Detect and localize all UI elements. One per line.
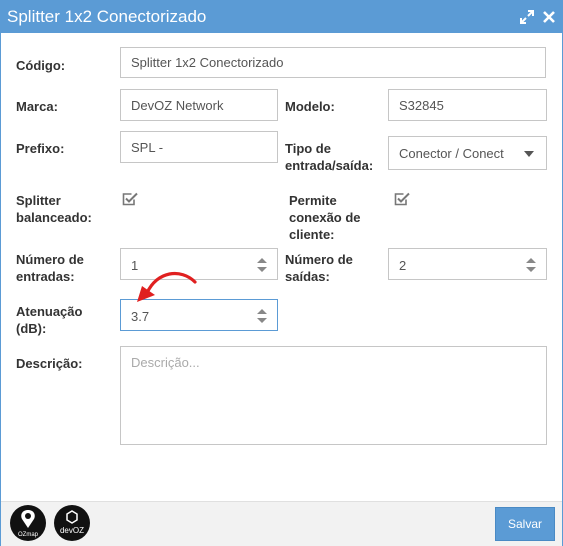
conexao-checkbox[interactable]	[394, 192, 410, 206]
descricao-textarea[interactable]	[120, 346, 547, 445]
annotation-arrow-icon	[137, 271, 197, 302]
atenuacao-label-line1: Atenuação	[16, 304, 83, 319]
tipo-label-line1: Tipo de	[285, 141, 331, 156]
modelo-label: Modelo:	[285, 99, 335, 114]
conexao-label: Permite conexão de cliente:	[289, 192, 361, 243]
saidas-label: Número de saídas:	[285, 251, 353, 285]
spinner-arrows-icon[interactable]	[256, 307, 268, 325]
conexao-label-line3: cliente:	[289, 227, 335, 242]
saidas-input[interactable]: 2	[388, 248, 547, 280]
devoz-mark-icon: devOZ	[60, 510, 84, 535]
map-pin-icon: OZmap	[18, 510, 39, 538]
balanceado-label: Splitter balanceado:	[16, 192, 92, 226]
prefixo-input[interactable]	[120, 131, 278, 163]
ozmap-logo: OZmap	[10, 505, 46, 541]
balanceado-checkbox[interactable]	[122, 192, 138, 206]
entradas-label-line2: entradas:	[16, 269, 75, 284]
expand-icon[interactable]	[519, 9, 535, 25]
devoz-logo: devOZ	[54, 505, 90, 541]
spinner-arrows-icon[interactable]	[525, 256, 537, 274]
atenuacao-value: 3.7	[131, 309, 150, 324]
dialog-footer: OZmap devOZ Salvar	[1, 501, 562, 546]
saidas-label-line1: Número de	[285, 252, 353, 267]
balanceado-label-line1: Splitter	[16, 193, 61, 208]
modelo-input[interactable]	[388, 89, 547, 121]
dialog-title: Splitter 1x2 Conectorizado	[7, 7, 207, 26]
entradas-label-line1: Número de	[16, 252, 84, 267]
entradas-label: Número de entradas:	[16, 251, 84, 285]
marca-label: Marca:	[16, 99, 58, 114]
title-bar: Splitter 1x2 Conectorizado	[1, 1, 562, 33]
codigo-input[interactable]	[120, 47, 546, 78]
conexao-label-line1: Permite	[289, 193, 337, 208]
tipo-label: Tipo de entrada/saída:	[285, 140, 373, 174]
ozmap-logo-text: OZmap	[18, 532, 39, 538]
marca-input[interactable]	[120, 89, 278, 121]
prefixo-label: Prefixo:	[16, 141, 65, 156]
descricao-label: Descrição:	[16, 356, 83, 371]
tipo-label-line2: entrada/saída:	[285, 158, 374, 173]
chevron-down-icon	[524, 151, 534, 157]
saidas-value: 2	[399, 258, 407, 273]
conexao-label-line2: conexão de	[289, 210, 361, 225]
atenuacao-label: Atenuação (dB):	[16, 303, 82, 337]
splitter-dialog: Splitter 1x2 Conectorizado Código: Marca…	[0, 0, 563, 546]
close-icon[interactable]	[541, 9, 557, 25]
balanceado-label-line2: balanceado:	[16, 210, 92, 225]
atenuacao-label-line2: (dB):	[16, 321, 47, 336]
saidas-label-line2: saídas:	[285, 269, 330, 284]
save-button[interactable]: Salvar	[495, 507, 555, 541]
codigo-label: Código:	[16, 58, 66, 73]
tipo-select[interactable]: Conector / Conector	[388, 136, 547, 170]
tipo-selected-value: Conector / Conector	[399, 146, 504, 161]
devoz-logo-text: devOZ	[60, 526, 84, 535]
spinner-arrows-icon[interactable]	[256, 256, 268, 274]
